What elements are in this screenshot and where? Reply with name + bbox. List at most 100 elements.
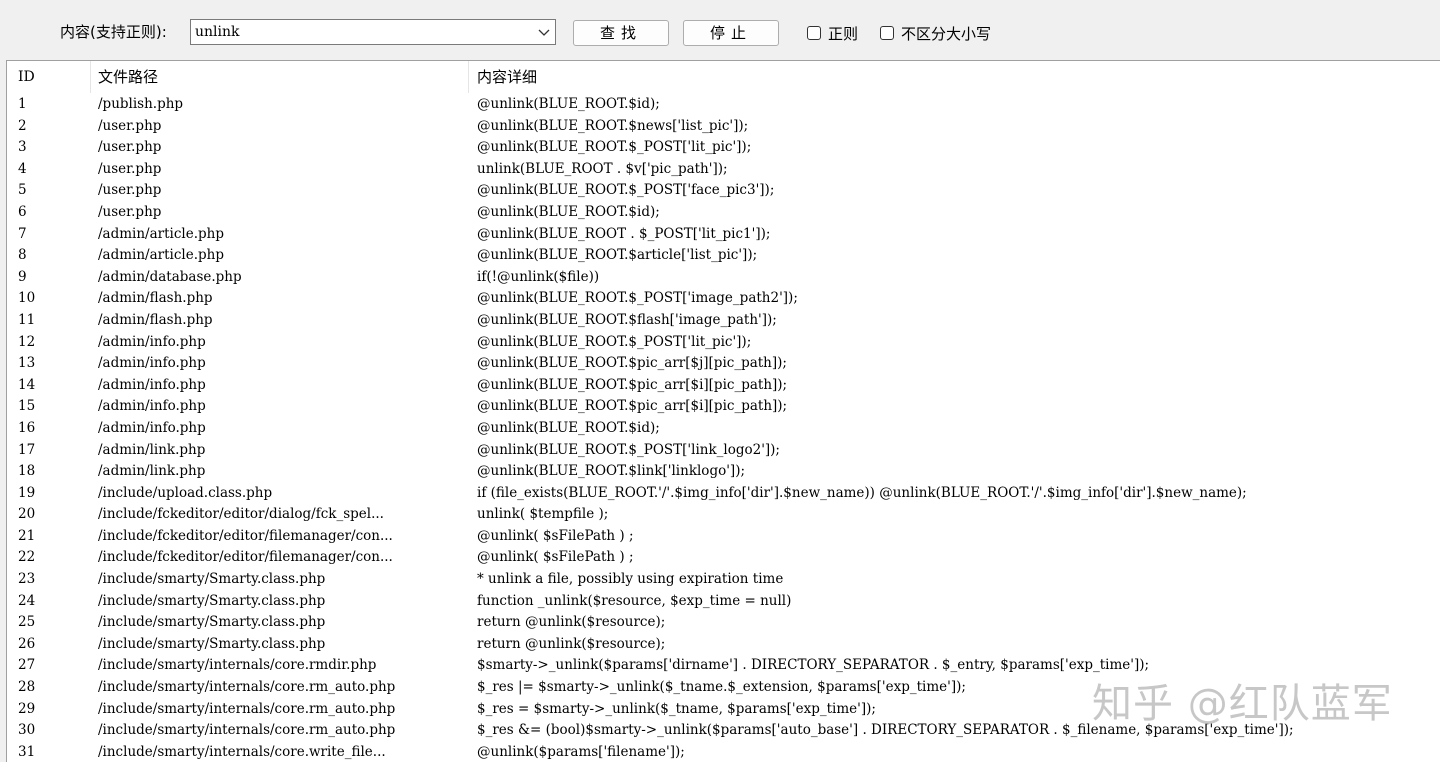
checkbox-box[interactable] <box>880 26 894 40</box>
row-id-cell: 28 <box>18 679 36 696</box>
row-path-cell: /user.php <box>98 160 162 177</box>
row-path-cell: /include/smarty/Smarty.class.php <box>98 635 326 652</box>
row-path-cell: /include/fckeditor/editor/filemanager/co… <box>98 549 393 566</box>
row-path-cell: /user.php <box>98 203 162 220</box>
row-path-cell: /include/smarty/internals/core.write_fil… <box>98 743 386 760</box>
column-header-id[interactable]: ID <box>18 61 35 93</box>
table-row[interactable]: 21/include/fckeditor/editor/filemanager/… <box>7 526 1440 548</box>
row-id-cell: 4 <box>18 160 27 177</box>
row-id-cell: 12 <box>18 333 36 350</box>
row-id-cell: 15 <box>18 398 36 415</box>
table-row[interactable]: 1/publish.php @unlink(BLUE_ROOT.$id); <box>7 94 1440 116</box>
row-id-cell: 25 <box>18 614 36 631</box>
row-path-cell: /admin/link.php <box>98 463 206 480</box>
row-detail-cell: @unlink($params['filename']); <box>477 743 685 760</box>
row-detail-cell: @unlink(BLUE_ROOT.$_POST['link_logo2']); <box>477 441 780 458</box>
row-id-cell: 8 <box>18 247 27 264</box>
table-row[interactable]: 9/admin/database.php if(!@unlink($file)) <box>7 267 1440 289</box>
table-row[interactable]: 12/admin/info.php @unlink(BLUE_ROOT.$_POS… <box>7 332 1440 354</box>
row-detail-cell: unlink(BLUE_ROOT . $v['pic_path']); <box>477 160 728 177</box>
row-detail-cell: $smarty->_unlink($params['dirname'] . DI… <box>477 657 1150 674</box>
table-row[interactable]: 22/include/fckeditor/editor/filemanager/… <box>7 547 1440 569</box>
table-row[interactable]: 24/include/smarty/Smarty.class.php functi… <box>7 591 1440 613</box>
stop-button[interactable]: 停止 <box>683 20 779 46</box>
chevron-down-icon[interactable] <box>537 24 551 40</box>
row-detail-cell: @unlink(BLUE_ROOT . $_POST['lit_pic1']); <box>477 225 771 242</box>
table-row[interactable]: 31/include/smarty/internals/core.write_f… <box>7 742 1440 762</box>
table-row[interactable]: 26/include/smarty/Smarty.class.php return… <box>7 634 1440 656</box>
table-row[interactable]: 20/include/fckeditor/editor/dialog/fck_s… <box>7 504 1440 526</box>
row-id-cell: 29 <box>18 700 36 717</box>
table-row[interactable]: 17/admin/link.php @unlink(BLUE_ROOT.$_POS… <box>7 440 1440 462</box>
row-detail-cell: @unlink(BLUE_ROOT.$pic_arr[$j][pic_path]… <box>477 355 787 372</box>
row-id-cell: 6 <box>18 203 27 220</box>
row-path-cell: /admin/flash.php <box>98 290 213 307</box>
table-row[interactable]: 7/admin/article.php @unlink(BLUE_ROOT . $… <box>7 224 1440 246</box>
row-path-cell: /user.php <box>98 182 162 199</box>
table-row[interactable]: 4/user.php unlink(BLUE_ROOT . $v['pic_pat… <box>7 159 1440 181</box>
column-header-path[interactable]: 文件路径 <box>98 61 158 93</box>
row-id-cell: 7 <box>18 225 27 242</box>
row-detail-cell: @unlink(BLUE_ROOT.$_POST['lit_pic']); <box>477 139 752 156</box>
table-row[interactable]: 19/include/upload.class.php if (file_exis… <box>7 483 1440 505</box>
regex-checkbox[interactable]: 正则 <box>807 24 867 44</box>
row-detail-cell: * unlink a file, possibly using expirati… <box>477 571 784 588</box>
row-detail-cell: unlink( $tempfile ); <box>477 506 609 523</box>
checkbox-box[interactable] <box>807 26 821 40</box>
table-row[interactable]: 18/admin/link.php @unlink(BLUE_ROOT.$link… <box>7 461 1440 483</box>
table-row[interactable]: 3/user.php @unlink(BLUE_ROOT.$_POST['lit_… <box>7 137 1440 159</box>
row-path-cell: /include/fckeditor/editor/dialog/fck_spe… <box>98 506 384 523</box>
table-row[interactable]: 5/user.php @unlink(BLUE_ROOT.$_POST['face… <box>7 180 1440 202</box>
row-path-cell: /include/smarty/internals/core.rm_auto.p… <box>98 700 396 717</box>
case-insensitive-checkbox-label: 不区分大小写 <box>901 25 992 43</box>
row-detail-cell: @unlink(BLUE_ROOT.$news['list_pic']); <box>477 117 749 134</box>
table-row[interactable]: 11/admin/flash.php @unlink(BLUE_ROOT.$fla… <box>7 310 1440 332</box>
row-detail-cell: if(!@unlink($file)) <box>477 268 600 285</box>
row-id-cell: 10 <box>18 290 36 307</box>
column-divider[interactable] <box>90 61 91 93</box>
row-path-cell: /admin/info.php <box>98 333 206 350</box>
column-divider[interactable] <box>468 61 469 93</box>
table-row[interactable]: 14/admin/info.php @unlink(BLUE_ROOT.$pic_… <box>7 375 1440 397</box>
row-id-cell: 24 <box>18 592 36 609</box>
row-id-cell: 3 <box>18 139 27 156</box>
row-path-cell: /include/smarty/internals/core.rmdir.php <box>98 657 377 674</box>
row-path-cell: /admin/flash.php <box>98 311 213 328</box>
table-header: ID 文件路径 内容详细 <box>7 61 1440 93</box>
row-detail-cell: @unlink(BLUE_ROOT.$pic_arr[$i][pic_path]… <box>477 376 788 393</box>
row-id-cell: 16 <box>18 419 36 436</box>
row-detail-cell: @unlink(BLUE_ROOT.$_POST['face_pic3']); <box>477 182 775 199</box>
find-button[interactable]: 查找 <box>573 20 669 46</box>
search-input[interactable] <box>195 23 515 41</box>
table-row[interactable]: 25/include/smarty/Smarty.class.php return… <box>7 612 1440 634</box>
table-row[interactable]: 10/admin/flash.php @unlink(BLUE_ROOT.$_PO… <box>7 288 1440 310</box>
table-row[interactable]: 8/admin/article.php @unlink(BLUE_ROOT.$ar… <box>7 245 1440 267</box>
row-id-cell: 27 <box>18 657 36 674</box>
row-path-cell: /admin/article.php <box>98 247 224 264</box>
table-row[interactable]: 27/include/smarty/internals/core.rmdir.p… <box>7 655 1440 677</box>
watermark: 知乎 @红队蓝军 <box>1092 681 1393 727</box>
table-row[interactable]: 6/user.php @unlink(BLUE_ROOT.$id); <box>7 202 1440 224</box>
row-id-cell: 14 <box>18 376 36 393</box>
row-detail-cell: return @unlink($resource); <box>477 614 666 631</box>
column-header-detail[interactable]: 内容详细 <box>477 61 537 93</box>
row-detail-cell: @unlink(BLUE_ROOT.$_POST['image_path2'])… <box>477 290 798 307</box>
row-detail-cell: if (file_exists(BLUE_ROOT.'/'.$img_info[… <box>477 484 1247 501</box>
row-id-cell: 18 <box>18 463 36 480</box>
row-path-cell: /admin/link.php <box>98 441 206 458</box>
search-combobox[interactable] <box>190 19 556 45</box>
case-insensitive-checkbox[interactable]: 不区分大小写 <box>880 24 1010 44</box>
row-path-cell: /admin/info.php <box>98 419 206 436</box>
row-path-cell: /include/fckeditor/editor/filemanager/co… <box>98 527 393 544</box>
row-path-cell: /user.php <box>98 139 162 156</box>
row-id-cell: 13 <box>18 355 36 372</box>
table-row[interactable]: 2/user.php @unlink(BLUE_ROOT.$news['list_… <box>7 116 1440 138</box>
table-row[interactable]: 16/admin/info.php @unlink(BLUE_ROOT.$id); <box>7 418 1440 440</box>
row-detail-cell: @unlink(BLUE_ROOT.$pic_arr[$i][pic_path]… <box>477 398 788 415</box>
row-path-cell: /admin/article.php <box>98 225 224 242</box>
table-row[interactable]: 23/include/smarty/Smarty.class.php * unli… <box>7 569 1440 591</box>
row-detail-cell: @unlink(BLUE_ROOT.$id); <box>477 96 660 112</box>
table-row[interactable]: 13/admin/info.php @unlink(BLUE_ROOT.$pic_… <box>7 353 1440 375</box>
table-row[interactable]: 15/admin/info.php @unlink(BLUE_ROOT.$pic_… <box>7 396 1440 418</box>
row-id-cell: 30 <box>18 722 36 739</box>
